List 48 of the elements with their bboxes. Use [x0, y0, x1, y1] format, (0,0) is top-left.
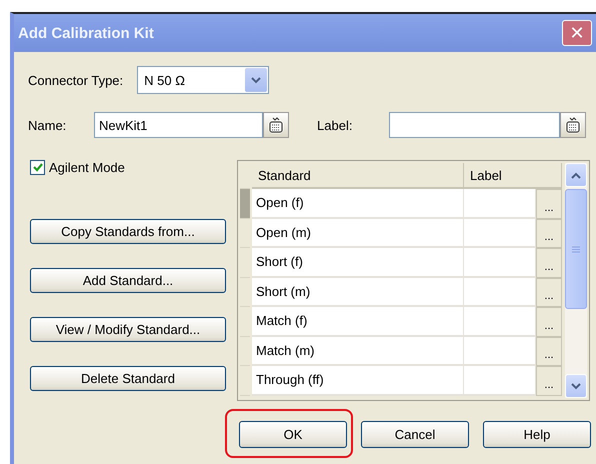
agilent-mode-checkbox[interactable] [30, 160, 45, 175]
row-indicator[interactable] [240, 189, 250, 218]
scrollbar[interactable] [565, 163, 587, 398]
table-cell: Short (m) [252, 278, 464, 307]
table-cell: Open (f) [252, 189, 464, 218]
label-cell [464, 366, 536, 396]
browse-button[interactable]: ... [536, 218, 562, 248]
label-cell [464, 189, 536, 218]
label-cell [464, 336, 536, 366]
label-cell [464, 248, 536, 278]
name-label: Name: [28, 118, 68, 132]
browse-button[interactable]: ... [536, 189, 562, 218]
name-field[interactable]: NewKit1 [94, 112, 264, 138]
scroll-down-icon[interactable] [565, 374, 587, 398]
table-cell: Open (m) [252, 218, 464, 248]
browse-button[interactable]: ... [536, 248, 562, 278]
connector-type-label: Connector Type: [28, 72, 124, 88]
close-button[interactable]: ✕ [562, 20, 592, 46]
label-cell [464, 307, 536, 336]
label-cell [464, 218, 536, 248]
label-label: Label: [317, 118, 354, 132]
connector-type-dropdown[interactable]: N 50 Ω [137, 66, 270, 94]
table-cell: Match (f) [252, 307, 464, 336]
side-button[interactable]: Copy Standards from... [30, 219, 226, 244]
dialog-button[interactable]: OK [239, 421, 347, 448]
browse-button[interactable]: ... [536, 366, 562, 396]
side-button[interactable]: Add Standard... [30, 268, 226, 293]
browse-button[interactable]: ... [536, 278, 562, 307]
table-cell: Match (m) [252, 336, 464, 366]
label-cell [464, 278, 536, 307]
window-title: Add Calibration Kit [18, 24, 154, 42]
side-button[interactable]: Delete Standard [30, 366, 226, 391]
keyboard-button[interactable] [263, 112, 290, 138]
agilent-mode-label: Agilent Mode [49, 160, 125, 175]
keyboard-icon [566, 117, 580, 133]
table-cell: Short (f) [252, 248, 464, 278]
browse-button[interactable]: ... [536, 307, 562, 336]
row-indicator[interactable] [240, 218, 250, 248]
scroll-up-icon[interactable] [565, 163, 587, 187]
keyboard-button[interactable] [560, 112, 586, 138]
side-button[interactable]: View / Modify Standard... [30, 317, 226, 342]
scroll-thumb[interactable] [565, 189, 587, 309]
keyboard-icon [269, 117, 284, 133]
table-cell: Through (ff) [252, 366, 464, 396]
dialog-button[interactable]: Help [483, 421, 591, 448]
browse-button[interactable]: ... [536, 336, 562, 366]
label-field[interactable] [388, 112, 560, 138]
dialog-button[interactable]: Cancel [361, 421, 469, 448]
